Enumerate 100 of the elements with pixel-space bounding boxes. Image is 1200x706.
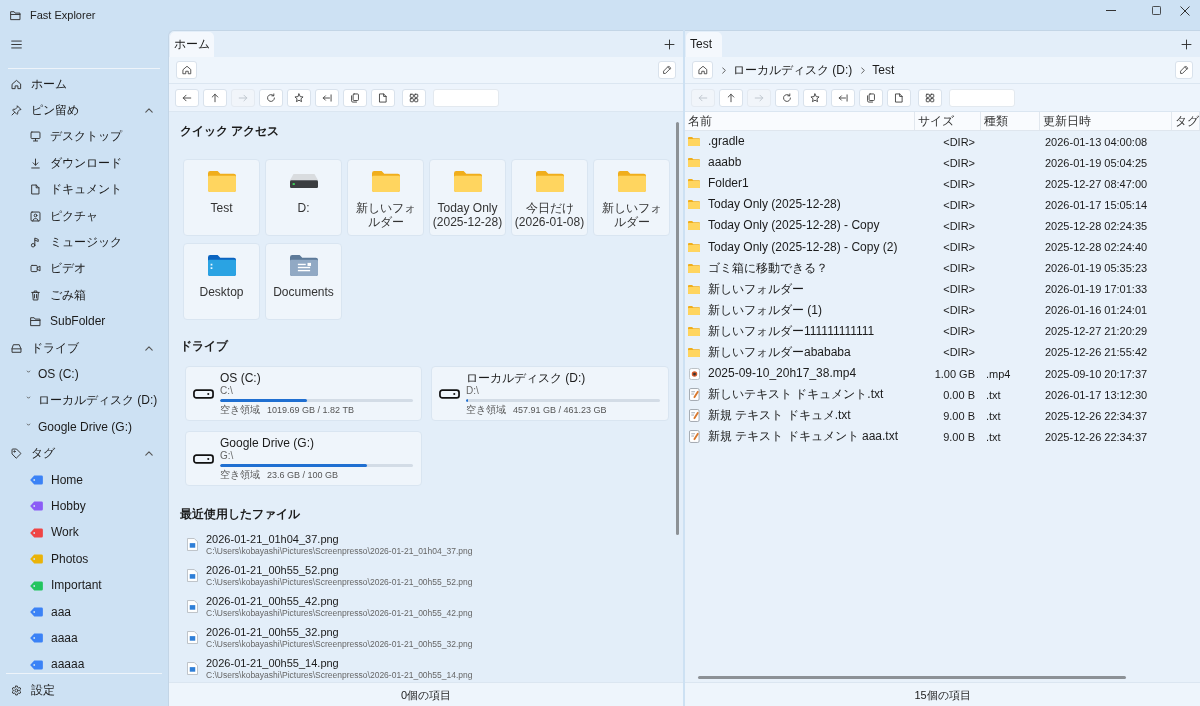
sidebar-item[interactable]: Home bbox=[0, 466, 168, 494]
file-name[interactable]: 2026-01-21_01h04_37.png bbox=[206, 533, 339, 546]
folder-icon bbox=[688, 242, 700, 252]
file-size: 9.00 B bbox=[943, 408, 975, 423]
sidebar-item[interactable]: Hobby bbox=[0, 493, 168, 520]
tab[interactable]: ホーム bbox=[170, 32, 214, 57]
sidebar-item[interactable]: ごみ箱 bbox=[0, 282, 168, 309]
edit-path-button[interactable] bbox=[658, 61, 676, 79]
sidebar-section[interactable]: タグ bbox=[0, 440, 168, 467]
column-header[interactable]: 種類 bbox=[984, 113, 1008, 129]
modified-date: 2026-01-13 04:00:08 bbox=[1045, 134, 1148, 149]
toolbar-button[interactable] bbox=[859, 88, 883, 107]
modified-date: 2025-12-28 02:24:40 bbox=[1045, 240, 1148, 254]
free-space-value: 23.6 GB / 100 GB bbox=[267, 469, 339, 481]
scrollbar[interactable] bbox=[676, 122, 679, 535]
quick-access-tile[interactable]: 新しいフォルダー bbox=[593, 159, 670, 236]
sidebar-item[interactable]: ホーム bbox=[0, 71, 168, 98]
toolbar-button[interactable] bbox=[887, 88, 911, 107]
sidebar-item[interactable]: Photos bbox=[0, 546, 168, 573]
new-tab-button[interactable] bbox=[1180, 38, 1192, 50]
file-name: ゴミ箱に移動できる？ bbox=[708, 260, 828, 276]
folder-icon bbox=[688, 158, 700, 168]
toolbar-button[interactable] bbox=[775, 88, 799, 107]
column-header[interactable]: サイズ bbox=[918, 113, 954, 129]
arrow-right-icon bbox=[238, 92, 248, 103]
drive-card[interactable]: OS (C:) C:\ 空き領域 1019.69 GB / 1.82 TB bbox=[185, 366, 422, 421]
drive-card[interactable]: Google Drive (G:) G:\ 空き領域 23.6 GB / 100 GB bbox=[185, 431, 422, 486]
sidebar-item[interactable]: ローカルディスク (D:) bbox=[0, 387, 168, 415]
home-icon bbox=[697, 65, 708, 75]
sidebar-section[interactable]: ドライブ bbox=[0, 334, 168, 362]
sidebar-item[interactable]: Work bbox=[0, 519, 168, 547]
modified-date: 2026-01-19 05:04:25 bbox=[1045, 155, 1148, 170]
toolbar-button[interactable] bbox=[803, 88, 827, 107]
grid-icon bbox=[925, 92, 935, 103]
modified-date: 2026-01-17 15:05:14 bbox=[1045, 197, 1148, 212]
home-button[interactable] bbox=[176, 61, 197, 79]
quick-access-tile[interactable]: Test bbox=[183, 159, 260, 236]
toolbar-button[interactable] bbox=[402, 88, 426, 107]
status-text: 0個の項目 bbox=[400, 687, 452, 702]
file-size: <DIR> bbox=[943, 176, 975, 191]
documents-folder-icon bbox=[289, 254, 318, 276]
quick-access-tile[interactable]: Documents bbox=[265, 243, 342, 320]
toolbar-button[interactable] bbox=[259, 88, 283, 107]
search-field[interactable] bbox=[949, 88, 1015, 107]
settings-item[interactable]: 設定 bbox=[0, 674, 168, 706]
folder-icon bbox=[688, 137, 700, 147]
file-size: <DIR> bbox=[943, 155, 975, 170]
picture-icon bbox=[30, 210, 41, 222]
sidebar-item[interactable]: ミュージック bbox=[0, 229, 168, 256]
file-name: 新しいフォルダー111111111111 bbox=[708, 323, 875, 339]
file-name: .gradle bbox=[708, 134, 745, 150]
toolbar-button[interactable] bbox=[287, 88, 311, 107]
sidebar-item[interactable]: SubFolder bbox=[0, 308, 168, 335]
file-type: .txt bbox=[986, 408, 1001, 423]
column-header[interactable]: 名前 bbox=[688, 113, 712, 129]
sidebar-item[interactable]: ピクチャ bbox=[0, 202, 168, 230]
file-name[interactable]: 2026-01-21_00h55_52.png bbox=[206, 564, 339, 577]
free-space-label: 空き領域 bbox=[466, 404, 506, 416]
sidebar-item[interactable]: ダウンロード bbox=[0, 150, 168, 177]
quick-access-tile[interactable]: D: bbox=[265, 159, 342, 236]
quick-access-tile[interactable]: Today Only (2025-12-28) bbox=[429, 159, 506, 236]
monitor-icon bbox=[30, 131, 41, 143]
new-tab-button[interactable] bbox=[663, 38, 675, 50]
file-name[interactable]: 2026-01-21_00h55_14.png bbox=[206, 657, 339, 670]
file-name[interactable]: 2026-01-21_00h55_42.png bbox=[206, 595, 339, 608]
sidebar-item[interactable]: aaa bbox=[0, 598, 168, 626]
column-header[interactable]: タグ bbox=[1175, 113, 1199, 129]
drive-card[interactable]: ローカルディスク (D:) D:\ 空き領域 457.91 GB / 461.23 GB bbox=[431, 366, 669, 421]
sidebar-item[interactable]: aaaaa bbox=[0, 651, 168, 673]
toolbar-button[interactable] bbox=[918, 88, 942, 107]
edit-path-button[interactable] bbox=[1175, 61, 1193, 79]
sidebar-item[interactable]: ドキュメント bbox=[0, 176, 168, 203]
column-header[interactable]: 更新日時 bbox=[1043, 113, 1091, 129]
sidebar-item[interactable]: Google Drive (G:) bbox=[0, 414, 168, 441]
music-note-icon bbox=[30, 237, 41, 249]
breadcrumb-item[interactable]: Test bbox=[872, 62, 895, 78]
refresh-icon bbox=[782, 92, 792, 103]
sidebar-item[interactable]: OS (C:) bbox=[0, 361, 168, 388]
home-button[interactable] bbox=[692, 61, 713, 79]
toolbar-button[interactable] bbox=[371, 88, 395, 107]
quick-access-tile[interactable]: Desktop bbox=[183, 243, 260, 320]
quick-access-tile[interactable]: 新しいフォルダー bbox=[347, 159, 424, 236]
window-title: Fast Explorer bbox=[30, 8, 96, 22]
sidebar-item[interactable]: ビデオ bbox=[0, 255, 168, 283]
menu-button[interactable] bbox=[9, 37, 23, 51]
quick-access-tile[interactable]: 今日だけ (2026-01-08) bbox=[511, 159, 588, 236]
free-space-value: 1019.69 GB / 1.82 TB bbox=[267, 404, 354, 416]
breadcrumb-item[interactable]: ローカルディスク (D:) bbox=[733, 62, 853, 78]
sidebar-item[interactable]: Important bbox=[0, 572, 168, 599]
tab[interactable]: Test bbox=[686, 32, 722, 57]
sidebar-item[interactable]: デスクトップ bbox=[0, 123, 168, 151]
sidebar-item[interactable]: aaaa bbox=[0, 625, 168, 652]
file-size: <DIR> bbox=[943, 324, 975, 339]
plus-icon bbox=[1180, 38, 1192, 50]
scrollbar[interactable] bbox=[698, 676, 1126, 679]
search-field[interactable] bbox=[433, 88, 499, 107]
settings-icon bbox=[11, 684, 22, 696]
sidebar-section[interactable]: ピン留め bbox=[0, 97, 168, 124]
file-name[interactable]: 2026-01-21_00h55_32.png bbox=[206, 626, 339, 639]
toolbar-button[interactable] bbox=[343, 88, 367, 107]
